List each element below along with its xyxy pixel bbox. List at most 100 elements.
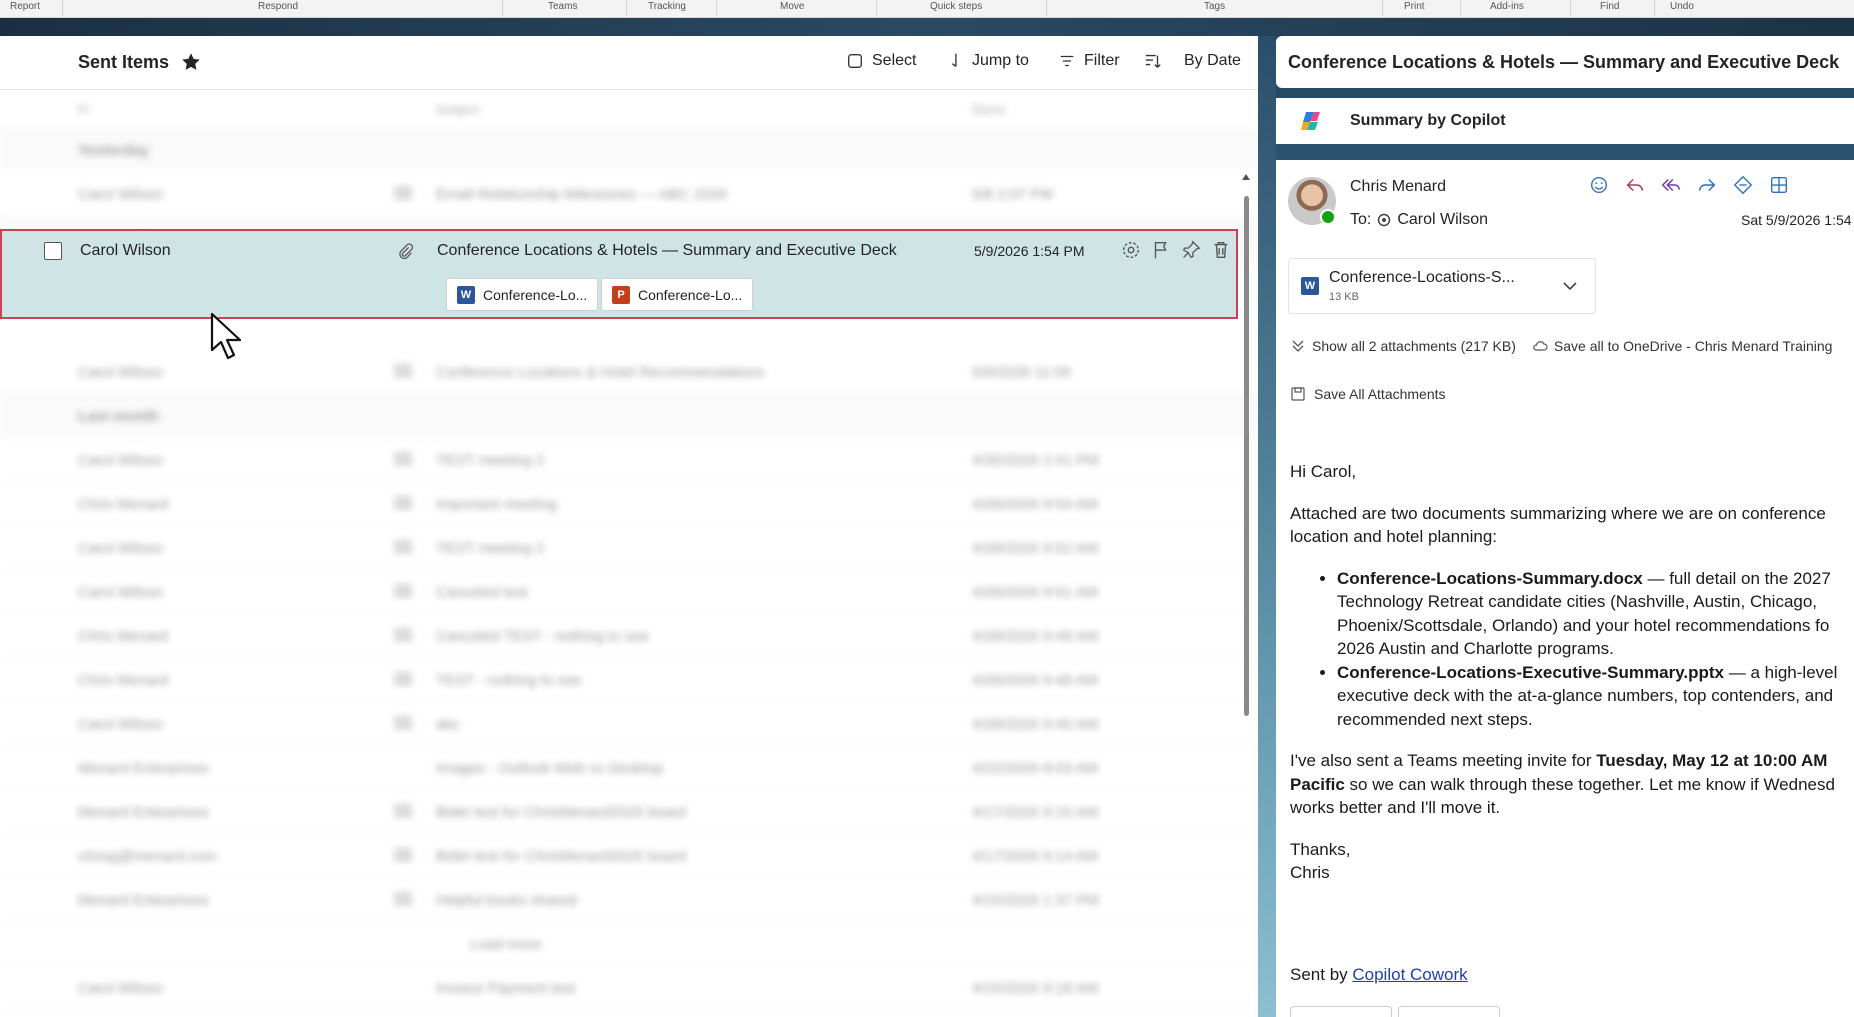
ribbon-group-move[interactable]: Move <box>780 1 804 12</box>
attachment-size: 13 KB <box>1329 291 1359 303</box>
filter-label: Filter <box>1084 52 1120 69</box>
meeting-paragraph: I've also sent a Teams meeting invite fo… <box>1290 749 1854 820</box>
bottom-button[interactable] <box>1290 1006 1392 1017</box>
greeting: Hi Carol, <box>1290 462 1357 481</box>
doc-name-bold: Conference-Locations-Summary.docx <box>1337 568 1643 588</box>
settings-gear-icon[interactable] <box>1120 239 1142 261</box>
meeting-text-start: I've also sent a Teams meeting invite fo… <box>1290 751 1597 770</box>
attachment-card[interactable]: W Conference-Locations-S... 13 KB <box>1288 258 1596 314</box>
delete-trash-icon[interactable] <box>1210 239 1232 261</box>
jump-to-icon <box>951 53 957 67</box>
presence-available-icon <box>1320 209 1336 225</box>
ribbon-shadow-band <box>0 18 1854 36</box>
row-quick-actions <box>1120 239 1232 261</box>
message-actions <box>1588 174 1790 196</box>
deck-name-bold: Conference-Locations-Executive-Summary.p… <box>1337 662 1724 682</box>
row-checkbox[interactable] <box>44 242 62 260</box>
save-all-attachments-label: Save All Attachments <box>1314 386 1446 402</box>
show-all-attachments-label: Show all 2 attachments (217 KB) <box>1312 338 1516 354</box>
sort-icon <box>1145 54 1161 68</box>
ribbon-group-teams[interactable]: Teams <box>548 1 577 12</box>
attachment-links: Show all 2 attachments (217 KB) Save all… <box>1290 338 1832 354</box>
copilot-summary-bar[interactable]: Summary by Copilot <box>1276 98 1854 144</box>
attachment-filename: Conference-Locations-S... <box>1329 269 1515 286</box>
word-doc-icon: W <box>1301 277 1319 295</box>
recipient-name[interactable]: Carol Wilson <box>1397 211 1488 229</box>
ribbon-group-quick-steps[interactable]: Quick steps <box>930 1 982 12</box>
select-button[interactable]: Select <box>846 52 916 70</box>
save-to-onedrive-link[interactable]: Save all to OneDrive - Chris Menard Trai… <box>1532 338 1833 354</box>
reply-icon[interactable] <box>1624 174 1646 196</box>
apps-grid-icon[interactable] <box>1768 174 1790 196</box>
sender-name[interactable]: Chris Menard <box>1350 178 1446 196</box>
recipient-status-icon <box>1378 213 1391 227</box>
save-to-onedrive-label: Save all to OneDrive - Chris Menard Trai… <box>1553 338 1833 354</box>
pin-icon[interactable] <box>1180 239 1202 261</box>
copilot-summary-label: Summary by Copilot <box>1350 112 1506 129</box>
show-all-attachments-link[interactable]: Show all 2 attachments (217 KB) <box>1290 338 1516 354</box>
message-body-pane: Chris Menard To: Carol Wilson Sat 5/9/20… <box>1276 160 1854 1017</box>
sign-off: Thanks, Chris <box>1290 838 1854 885</box>
selected-message-row[interactable]: Carol Wilson Conference Locations & Hote… <box>0 229 1238 319</box>
favorite-star-icon[interactable] <box>180 51 202 73</box>
folder-title: Sent Items <box>78 52 170 72</box>
react-emoji-icon[interactable] <box>1588 174 1610 196</box>
copilot-logo-icon <box>1301 112 1320 130</box>
reading-title-bar: Conference Locations & Hotels — Summary … <box>1276 36 1854 88</box>
select-icon <box>848 54 862 68</box>
ribbon-group-print[interactable]: Print <box>1404 1 1425 12</box>
row-subject: Conference Locations & Hotels — Summary … <box>437 242 897 259</box>
filter-icon <box>1060 55 1074 67</box>
attachment-paperclip-icon <box>399 243 414 260</box>
sent-by-line: Sent by Copilot Cowork <box>1290 963 1854 987</box>
tag-label-icon[interactable] <box>1732 174 1754 196</box>
attachment-chip-label: Conference-Lo... <box>483 286 588 303</box>
ribbon: Report Respond Teams Tracking Move Quick… <box>0 0 1854 18</box>
ribbon-group-undo[interactable]: Undo <box>1670 1 1694 12</box>
message-date: Sat 5/9/2026 1:54 <box>1741 212 1852 228</box>
filter-button[interactable]: Filter <box>1058 52 1120 70</box>
reading-subject: Conference Locations & Hotels — Summary … <box>1288 52 1840 72</box>
ribbon-group-add-ins[interactable]: Add-ins <box>1490 1 1524 12</box>
save-disk-icon <box>1291 387 1305 401</box>
ribbon-group-report[interactable]: Report <box>10 1 40 12</box>
chevron-down-icon[interactable] <box>1561 277 1579 295</box>
reply-all-icon[interactable] <box>1660 174 1682 196</box>
attachment-chip-label: Conference-Lo... <box>638 286 743 303</box>
scroll-thumb[interactable] <box>1244 196 1249 716</box>
blurred-message-rows-bottom: Carol Wilson Conference Locations & Hotel… <box>0 350 1258 1010</box>
attachment-chip-docx[interactable]: W Conference-Lo... <box>446 278 599 311</box>
column-headers: Fr Subject Recei <box>78 102 1006 117</box>
attachment-chip-pptx[interactable]: P Conference-Lo... <box>601 278 754 311</box>
powerpoint-doc-icon: P <box>612 285 630 304</box>
word-doc-icon: W <box>457 285 475 304</box>
row-date: 5/9/2026 1:54 PM <box>974 243 1085 259</box>
scroll-up-arrow-icon[interactable] <box>1242 174 1250 180</box>
jump-to-button[interactable]: Jump to <box>946 52 1029 70</box>
intro-paragraph: Attached are two documents summarizing w… <box>1290 503 1826 547</box>
sort-by-date-button[interactable]: By Date <box>1144 52 1241 70</box>
email-body: Hi Carol, Attached are two documents sum… <box>1290 460 1854 1004</box>
pane-divider[interactable] <box>1258 36 1276 1017</box>
flag-icon[interactable] <box>1150 239 1172 261</box>
list-scrollbar[interactable] <box>1240 166 1252 1017</box>
copilot-cowork-link[interactable]: Copilot Cowork <box>1352 965 1467 984</box>
sort-label: By Date <box>1184 52 1241 69</box>
ribbon-group-tags[interactable]: Tags <box>1204 1 1225 12</box>
meeting-text-end: so we can walk through these together. L… <box>1290 774 1835 818</box>
list-item: Conference-Locations-Executive-Summary.p… <box>1337 661 1854 732</box>
double-chevron-down-icon <box>1292 340 1304 352</box>
attachment-summary-list: Conference-Locations-Summary.docx — full… <box>1290 567 1854 732</box>
select-label: Select <box>872 52 917 69</box>
forward-icon[interactable] <box>1696 174 1718 196</box>
ribbon-group-tracking[interactable]: Tracking <box>648 1 686 12</box>
bottom-button[interactable] <box>1398 1006 1500 1017</box>
mouse-cursor-icon <box>210 312 242 360</box>
ribbon-group-respond[interactable]: Respond <box>258 1 298 12</box>
recipient-line: To: Carol Wilson <box>1350 211 1488 229</box>
save-all-attachments-link[interactable]: Save All Attachments <box>1290 386 1446 402</box>
row-sender: Carol Wilson <box>80 242 171 259</box>
jump-to-label: Jump to <box>972 52 1029 69</box>
ribbon-group-find[interactable]: Find <box>1600 1 1619 12</box>
to-label: To: <box>1350 211 1372 228</box>
